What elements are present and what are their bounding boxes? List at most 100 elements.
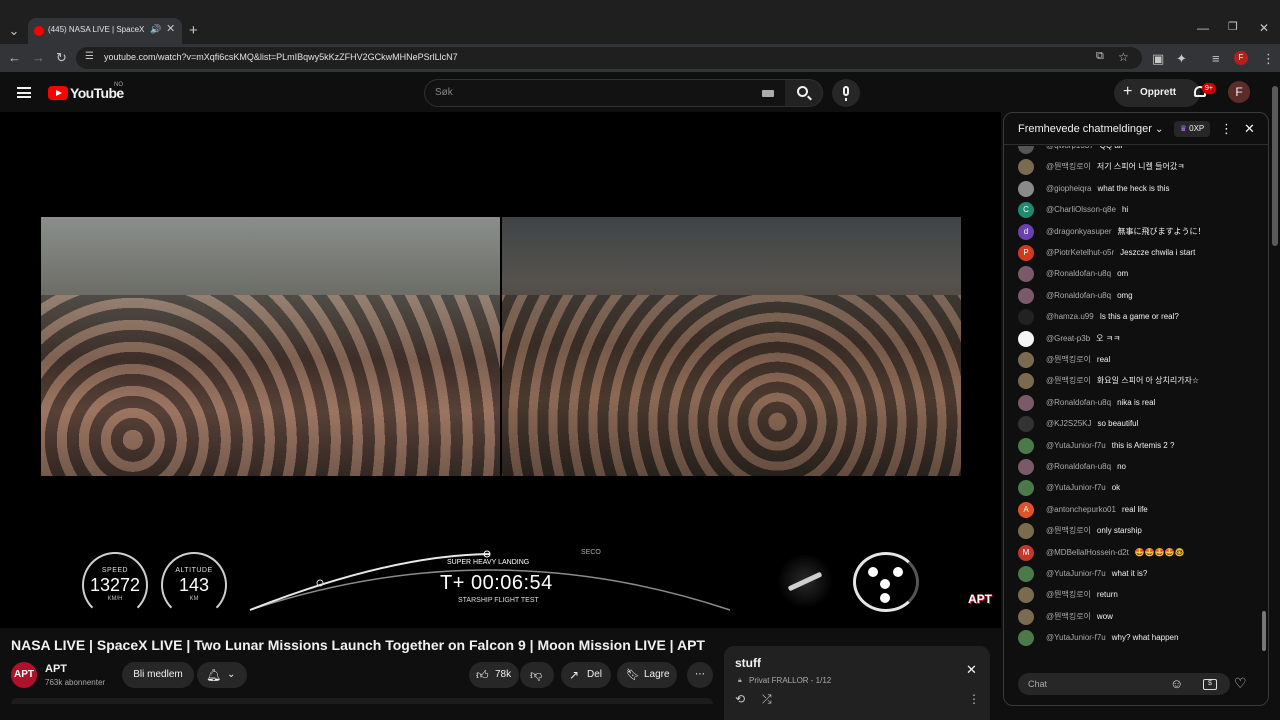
puzzle-icon[interactable]: ✦ xyxy=(1176,52,1187,65)
chat-message[interactable]: A @antonchepurko01 real life xyxy=(1018,500,1258,520)
chat-author-name[interactable]: @뭔맥킹로이 only starship xyxy=(1046,526,1142,536)
chat-message[interactable]: @YutaJunior-f7u ok xyxy=(1018,478,1258,498)
more-actions-button[interactable]: ⋯ xyxy=(687,662,713,688)
chat-message[interactable]: @Ronaldofan-u8q nika is real xyxy=(1018,393,1258,413)
chat-input[interactable]: Chat xyxy=(1018,673,1230,695)
save-button[interactable]: 🔖︎ Lagre xyxy=(617,662,677,688)
chat-author-avatar[interactable] xyxy=(1018,587,1034,604)
chat-author-name[interactable]: @giopheiqra what the heck is this xyxy=(1046,184,1170,194)
chat-message[interactable]: d @dragonkyasuper 無事に飛びますように！ xyxy=(1018,222,1258,242)
chat-author-avatar[interactable] xyxy=(1018,159,1034,176)
chat-author-avatar[interactable] xyxy=(1018,373,1034,390)
chat-message[interactable]: @Ronaldofan-u8q no xyxy=(1018,457,1258,477)
chat-message[interactable]: P @PiotrKetelhut-o5r Jeszcze chwila i star… xyxy=(1018,243,1258,263)
chat-author-avatar[interactable]: P xyxy=(1018,245,1034,261)
chat-author-name[interactable]: @qworp1337QQ all xyxy=(1046,146,1122,151)
chat-message[interactable]: @Ronaldofan-u8q omg xyxy=(1018,286,1258,306)
hamburger-menu-icon[interactable] xyxy=(17,87,31,98)
chat-author-avatar[interactable] xyxy=(1018,566,1034,582)
create-button[interactable]: + Opprett xyxy=(1114,79,1200,107)
browser-menu-icon[interactable]: ⋮ xyxy=(1262,52,1275,65)
new-tab-icon[interactable]: + xyxy=(189,23,198,38)
channel-avatar[interactable]: APT xyxy=(11,662,37,688)
window-close-icon[interactable]: ✕ xyxy=(1259,22,1269,34)
dislike-button[interactable]: 👎︎ xyxy=(520,662,554,688)
tab-search-icon[interactable]: ⌄ xyxy=(7,24,21,37)
chat-author-name[interactable]: @YutaJunior-f7u what it is? xyxy=(1046,569,1147,579)
chat-author-avatar[interactable] xyxy=(1018,180,1034,197)
chat-scrollbar[interactable] xyxy=(1262,611,1266,651)
chat-author-avatar[interactable] xyxy=(1018,480,1034,497)
chat-mode-dropdown[interactable]: Fremhevede chatmeldinger ⌄ xyxy=(1018,123,1163,135)
minimize-icon[interactable]: — xyxy=(1197,22,1209,34)
voice-search-button[interactable] xyxy=(832,79,860,107)
chat-author-name[interactable]: @YutaJunior-f7u this is Artemis 2 ? xyxy=(1046,441,1174,451)
channel-name[interactable]: APT xyxy=(45,663,67,675)
chat-message-list[interactable]: @qworp1337QQ all @뭔맥킹로이저기 스피어 니켈 들어갔ㅋ @gio… xyxy=(1004,146,1268,668)
reading-list-icon[interactable]: ≡ xyxy=(1212,52,1220,65)
chat-author-name[interactable]: @dragonkyasuper 無事に飛びますように！ xyxy=(1046,227,1206,237)
chat-message[interactable]: @뭔맥킹로이 저기 스피어 니켈 들어갔ㅋ xyxy=(1018,157,1258,177)
chat-message[interactable]: @giopheiqra what the heck is this xyxy=(1018,179,1258,199)
tab-audio-icon[interactable]: 🔊 xyxy=(150,25,161,34)
chat-message[interactable]: @뭔맥킹로이 화요일 스피어 아 상치리가자☆ xyxy=(1018,371,1258,391)
chat-author-name[interactable]: @뭔맥킹로이 real xyxy=(1046,355,1110,365)
chat-author-name[interactable]: @뭔맥킹로이 저기 스피어 니켈 들어갔ㅋ xyxy=(1046,162,1185,172)
chat-author-avatar[interactable]: d xyxy=(1018,223,1034,240)
super-chat-icon[interactable]: $ xyxy=(1203,679,1217,690)
chat-author-name[interactable]: @뭔맥킹로이 wow xyxy=(1046,612,1113,622)
chat-author-avatar[interactable]: C xyxy=(1018,202,1034,219)
chat-message[interactable]: @Great-p3b 오 ㅋㅋ xyxy=(1018,329,1258,349)
playlist-close-icon[interactable]: ✕ xyxy=(966,663,977,676)
chat-author-avatar[interactable] xyxy=(1018,416,1034,433)
back-icon[interactable]: ← xyxy=(8,51,21,64)
chat-message[interactable]: M @MDBellalHossein-d2t 🤩🤩🤩🤩🤓 xyxy=(1018,543,1258,563)
address-bar[interactable]: ☰ youtube.com/watch?v=mXqfi6csKMQ&list=P… xyxy=(76,47,1142,69)
restore-icon[interactable]: ❐ xyxy=(1228,22,1238,33)
chat-author-avatar[interactable] xyxy=(1018,394,1034,411)
like-button[interactable]: 👍︎ 78k xyxy=(469,662,519,688)
chat-author-name[interactable]: @YutaJunior-f7u why? what happen xyxy=(1046,633,1178,643)
chat-author-avatar[interactable] xyxy=(1018,630,1034,647)
chat-message[interactable]: @YutaJunior-f7u what it is? xyxy=(1018,564,1258,584)
chat-message[interactable]: @YutaJunior-f7u this is Artemis 2 ? xyxy=(1018,436,1258,456)
chat-author-name[interactable]: @Ronaldofan-u8q om xyxy=(1046,269,1128,279)
chat-author-avatar[interactable] xyxy=(1018,146,1034,154)
playlist-title[interactable]: stuff xyxy=(735,656,761,670)
chat-message[interactable]: @뭔맥킹로이 return xyxy=(1018,585,1258,605)
chat-message[interactable]: @KJ2S25KJ so beautiful xyxy=(1018,414,1258,434)
chat-author-name[interactable]: @Ronaldofan-u8q no xyxy=(1046,462,1126,472)
chat-author-avatar[interactable]: A xyxy=(1018,501,1034,518)
browser-tab[interactable]: (445) NASA LIVE | SpaceX LI 🔊 ✕ xyxy=(28,18,182,44)
chat-author-avatar[interactable] xyxy=(1018,352,1034,368)
chat-author-name[interactable]: @뭔맥킹로이 return xyxy=(1046,590,1118,600)
youtube-logo[interactable]: YouTube NO xyxy=(48,82,128,103)
chat-author-name[interactable]: @Great-p3b 오 ㅋㅋ xyxy=(1046,334,1120,344)
chat-message[interactable]: @Ronaldofan-u8q om xyxy=(1018,264,1258,284)
chat-message[interactable]: @YutaJunior-f7u why? what happen xyxy=(1018,628,1258,648)
chat-author-avatar[interactable] xyxy=(1018,459,1034,475)
chat-author-name[interactable]: @YutaJunior-f7u ok xyxy=(1046,483,1120,493)
chat-author-avatar[interactable] xyxy=(1018,523,1034,540)
chat-author-avatar[interactable] xyxy=(1018,266,1034,283)
loop-icon[interactable]: ⟲ xyxy=(735,693,745,705)
playlist-menu-icon[interactable]: ⋮ xyxy=(968,693,980,705)
search-button[interactable] xyxy=(785,79,823,107)
chat-author-name[interactable]: @antonchepurko01 real life xyxy=(1046,505,1148,515)
chat-close-icon[interactable]: ✕ xyxy=(1244,122,1255,135)
chat-author-name[interactable]: @hamza.u99 Is this a game or real? xyxy=(1046,312,1179,322)
extensions-icon[interactable]: ▣ xyxy=(1152,52,1164,65)
join-button[interactable]: Bli medlem xyxy=(122,662,194,688)
chat-author-avatar[interactable] xyxy=(1018,287,1034,304)
site-info-icon[interactable]: ☰ xyxy=(85,52,94,62)
keyboard-icon[interactable] xyxy=(762,90,774,97)
share-button[interactable]: ↗ Del xyxy=(561,662,611,688)
chat-message[interactable]: @hamza.u99 Is this a game or real? xyxy=(1018,307,1258,327)
chat-message[interactable]: @뭔맥킹로이 only starship xyxy=(1018,521,1258,541)
chat-author-name[interactable]: @Ronaldofan-u8q omg xyxy=(1046,291,1133,301)
reload-icon[interactable]: ↻ xyxy=(56,51,67,64)
chat-author-avatar[interactable] xyxy=(1018,309,1034,326)
search-input[interactable]: Søk xyxy=(424,79,786,107)
xp-badge[interactable]: ♛ 0XP xyxy=(1174,121,1210,137)
page-scrollbar[interactable] xyxy=(1272,86,1278,246)
